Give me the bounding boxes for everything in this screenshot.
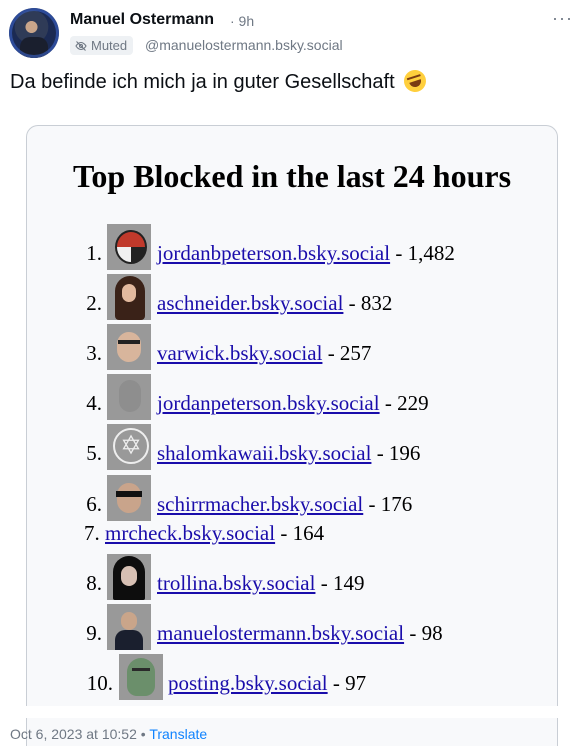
- post-time[interactable]: · 9h: [230, 13, 254, 29]
- rank: 5.: [86, 441, 102, 465]
- block-count: - 98: [409, 621, 443, 645]
- user-avatar-icon: [119, 654, 163, 700]
- list-item: 8. trollina.bsky.social - 149: [27, 554, 557, 604]
- user-link[interactable]: aschneider.bsky.social: [157, 291, 343, 315]
- rank: 10.: [86, 671, 113, 695]
- author-name[interactable]: Manuel Ostermann: [70, 11, 214, 29]
- block-count: - 164: [280, 521, 325, 545]
- rank: 4.: [86, 391, 102, 415]
- user-link[interactable]: shalomkawaii.bsky.social: [157, 441, 371, 465]
- user-link[interactable]: jordanbpeterson.bsky.social: [157, 241, 390, 265]
- user-link[interactable]: posting.bsky.social: [168, 671, 328, 695]
- translate-link[interactable]: Translate: [149, 726, 207, 742]
- post-text: Da befinde ich mich ja in guter Gesellsc…: [10, 67, 430, 95]
- block-count: - 257: [327, 341, 372, 365]
- user-avatar-icon: [107, 554, 151, 600]
- list-item: 3. varwick.bsky.social - 257: [27, 324, 557, 374]
- user-link[interactable]: trollina.bsky.social: [157, 571, 315, 595]
- image-crop-edge: [0, 706, 584, 718]
- user-link[interactable]: manuelostermann.bsky.social: [157, 621, 404, 645]
- post-footer: Oct 6, 2023 at 10:52 • Translate: [10, 726, 207, 742]
- user-link[interactable]: jordanpeterson.bsky.social: [157, 391, 380, 415]
- rank: 3.: [86, 341, 102, 365]
- user-link[interactable]: varwick.bsky.social: [157, 341, 322, 365]
- author-handle[interactable]: @manuelostermann.bsky.social: [145, 37, 343, 53]
- block-count: - 229: [384, 391, 429, 415]
- user-avatar-icon: [107, 374, 151, 420]
- list-item: 4. jordanpeterson.bsky.social - 229: [27, 374, 557, 424]
- post-text-body: Da befinde ich mich ja in guter Gesellsc…: [10, 71, 395, 93]
- list-item: 5. ✡ shalomkawaii.bsky.social - 196: [27, 424, 557, 474]
- post-timestamp[interactable]: Oct 6, 2023 at 10:52: [10, 726, 137, 742]
- list-item: 1. jordanbpeterson.bsky.social - 1,482: [27, 224, 557, 274]
- rank: 9.: [86, 621, 102, 645]
- list-item: 10. posting.bsky.social - 97: [27, 654, 557, 704]
- user-avatar-icon: [107, 224, 151, 270]
- rank: 2.: [86, 291, 102, 315]
- block-count: - 196: [376, 441, 421, 465]
- rank: 8.: [86, 571, 102, 595]
- eye-off-icon: [75, 40, 87, 51]
- list-item: 7. mrcheck.bsky.social - 164: [27, 504, 557, 554]
- list-item: 2. aschneider.bsky.social - 832: [27, 274, 557, 324]
- block-count: - 832: [348, 291, 393, 315]
- list-item: 9. manuelostermann.bsky.social - 98: [27, 604, 557, 654]
- more-options-icon[interactable]: ···: [552, 8, 573, 29]
- user-link[interactable]: mrcheck.bsky.social: [105, 521, 275, 545]
- pentagram-icon: ✡: [107, 424, 151, 470]
- rank: 7.: [84, 521, 100, 545]
- muted-badge: Muted: [70, 36, 134, 55]
- block-count: - 97: [332, 671, 367, 695]
- rolling-on-floor-laughing-emoji-icon: [401, 67, 430, 95]
- block-count: - 1,482: [395, 241, 455, 265]
- rank: 1.: [86, 241, 102, 265]
- separator: •: [140, 726, 146, 742]
- block-count: - 149: [320, 571, 365, 595]
- user-avatar-icon: [107, 274, 151, 320]
- image-title: Top Blocked in the last 24 hours: [72, 158, 512, 194]
- user-avatar-icon: [107, 324, 151, 370]
- muted-label: Muted: [91, 38, 128, 53]
- author-avatar[interactable]: [9, 8, 59, 58]
- embedded-image[interactable]: Top Blocked in the last 24 hours 1. jord…: [26, 125, 558, 746]
- user-avatar-icon: [107, 604, 151, 650]
